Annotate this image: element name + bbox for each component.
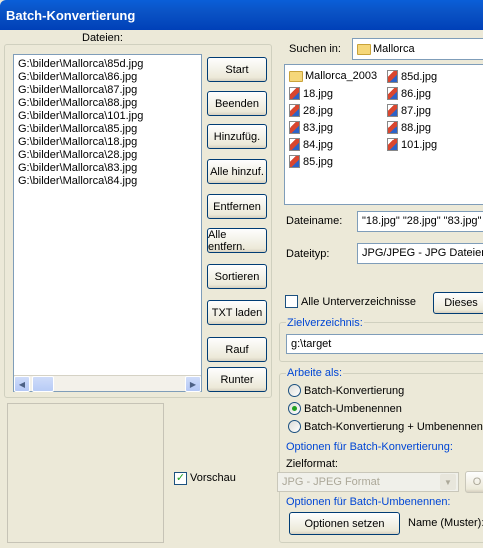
image-file-icon: [289, 121, 300, 134]
image-file-icon: [387, 70, 398, 83]
files-listbox[interactable]: G:\bilder\Mallorca\85d.jpg G:\bilder\Mall…: [13, 54, 202, 392]
browser-item-label: 85d.jpg: [401, 70, 438, 83]
file-list-item[interactable]: G:\bilder\Mallorca\83.jpg: [18, 162, 201, 175]
preview-area: [7, 403, 164, 543]
folder-icon: [289, 70, 303, 82]
radio-batch-konv-umbenennen[interactable]: [288, 420, 301, 433]
image-file-icon: [387, 138, 398, 151]
image-file-icon: [387, 121, 398, 134]
file-list-item[interactable]: G:\bilder\Mallorca\85.jpg: [18, 123, 201, 136]
runter-button[interactable]: Runter: [207, 367, 267, 392]
entfernen-button[interactable]: Entfernen: [207, 194, 267, 219]
filename-label: Dateiname:: [286, 215, 343, 227]
scroll-left-icon[interactable]: ◀: [14, 376, 30, 392]
image-file-icon: [289, 87, 300, 100]
conv-options-label: Optionen für Batch-Konvertierung:: [286, 441, 453, 453]
browser-item[interactable]: Mallorca_2003: [289, 70, 377, 82]
browser-item-label: 86.jpg: [401, 87, 431, 100]
browser-item-label: 88.jpg: [401, 121, 431, 134]
file-list-item[interactable]: G:\bilder\Mallorca\85d.jpg: [18, 58, 201, 71]
preview-checkbox[interactable]: ✓: [174, 472, 187, 485]
scroll-right-icon[interactable]: ▶: [185, 376, 201, 392]
dropdown-arrow-icon: ▼: [440, 474, 456, 490]
file-list-item[interactable]: G:\bilder\Mallorca\18.jpg: [18, 136, 201, 149]
image-file-icon: [289, 104, 300, 117]
files-label: Dateien:: [82, 32, 123, 44]
rename-options-label: Optionen für Batch-Umbenennen:: [286, 496, 451, 508]
name-pattern-label: Name (Muster):: [408, 517, 483, 529]
alle-hinzufuegen-button[interactable]: Alle hinzuf.: [207, 159, 267, 184]
image-file-icon: [387, 87, 398, 100]
option-batch-konv-umbenennen: Batch-Konvertierung + Umbenennen: [304, 421, 483, 433]
browser-item[interactable]: 84.jpg: [289, 138, 333, 151]
browser-item-label: 84.jpg: [303, 138, 333, 151]
target-label: Zielverzeichnis:: [286, 317, 364, 329]
file-list-item[interactable]: G:\bilder\Mallorca\101.jpg: [18, 110, 201, 123]
filetype-select[interactable]: JPG/JPEG - JPG Dateien: [357, 243, 483, 264]
filetype-label: Dateityp:: [286, 248, 330, 260]
subdirs-checkbox[interactable]: [285, 295, 298, 308]
browser-item[interactable]: 87.jpg: [387, 104, 431, 117]
search-in-value: Mallorca: [373, 43, 415, 55]
files-hscrollbar[interactable]: ◀ ▶: [14, 375, 201, 392]
browser-item[interactable]: 18.jpg: [289, 87, 333, 100]
radio-batch-konvertierung[interactable]: [288, 384, 301, 397]
browser-item[interactable]: 83.jpg: [289, 121, 333, 134]
browser-item-label: 87.jpg: [401, 104, 431, 117]
browser-item-label: Mallorca_2003: [305, 70, 378, 82]
file-list-item[interactable]: G:\bilder\Mallorca\86.jpg: [18, 71, 201, 84]
zielformat-value: JPG - JPEG Format: [282, 476, 380, 488]
window-title: Batch-Konvertierung: [0, 0, 483, 30]
browser-item-label: 18.jpg: [303, 87, 333, 100]
image-file-icon: [387, 104, 398, 117]
work-label: Arbeite als:: [286, 367, 344, 379]
option-batch-umbenennen: Batch-Umbenennen: [304, 403, 402, 415]
target-input[interactable]: g:\target: [286, 334, 483, 354]
radio-batch-umbenennen[interactable]: [288, 402, 301, 415]
subdirs-label: Alle Unterverzeichnisse: [301, 296, 416, 308]
file-browser-list[interactable]: Mallorca_2003 18.jpg 28.jpg 83.jpg 84.jpg 85.…: [284, 64, 483, 205]
browser-item[interactable]: 85.jpg: [289, 155, 333, 168]
zielformat-label: Zielformat:: [286, 458, 338, 470]
browser-item[interactable]: 28.jpg: [289, 104, 333, 117]
txt-laden-button[interactable]: TXT laden: [207, 300, 267, 325]
file-list-item[interactable]: G:\bilder\Mallorca\88.jpg: [18, 97, 201, 110]
files-list: G:\bilder\Mallorca\85d.jpg G:\bilder\Mall…: [14, 55, 201, 188]
browser-item[interactable]: 88.jpg: [387, 121, 431, 134]
image-file-icon: [289, 155, 300, 168]
scroll-thumb[interactable]: [32, 376, 54, 392]
image-file-icon: [289, 138, 300, 151]
rauf-button[interactable]: Rauf: [207, 337, 267, 362]
preview-label: Vorschau: [190, 472, 236, 484]
beenden-button[interactable]: Beenden: [207, 91, 267, 116]
file-list-item[interactable]: G:\bilder\Mallorca\84.jpg: [18, 175, 201, 188]
set-options-button[interactable]: Optionen setzen: [289, 512, 400, 535]
browser-item[interactable]: 85d.jpg: [387, 70, 437, 83]
start-button[interactable]: Start: [207, 57, 267, 82]
search-in-select[interactable]: Mallorca: [352, 38, 483, 60]
folder-icon: [357, 43, 371, 55]
file-list-item[interactable]: G:\bilder\Mallorca\28.jpg: [18, 149, 201, 162]
zielformat-select[interactable]: JPG - JPEG Format ▼: [277, 472, 459, 492]
dieses-button[interactable]: Dieses: [433, 292, 483, 314]
zielformat-options-button[interactable]: O: [465, 471, 483, 493]
sortieren-button[interactable]: Sortieren: [207, 264, 267, 289]
file-list-item[interactable]: G:\bilder\Mallorca\87.jpg: [18, 84, 201, 97]
hinzufuegen-button[interactable]: Hinzufüg.: [207, 124, 267, 149]
alle-entfernen-button[interactable]: Alle entfern.: [207, 228, 267, 253]
option-batch-konvertierung: Batch-Konvertierung: [304, 385, 405, 397]
search-in-label: Suchen in:: [289, 43, 341, 55]
browser-item-label: 83.jpg: [303, 121, 333, 134]
filename-input[interactable]: "18.jpg" "28.jpg" "83.jpg": [357, 211, 483, 232]
browser-item[interactable]: 101.jpg: [387, 138, 437, 151]
browser-item[interactable]: 86.jpg: [387, 87, 431, 100]
browser-item-label: 85.jpg: [303, 155, 333, 168]
browser-item-label: 101.jpg: [401, 138, 438, 151]
browser-item-label: 28.jpg: [303, 104, 333, 117]
